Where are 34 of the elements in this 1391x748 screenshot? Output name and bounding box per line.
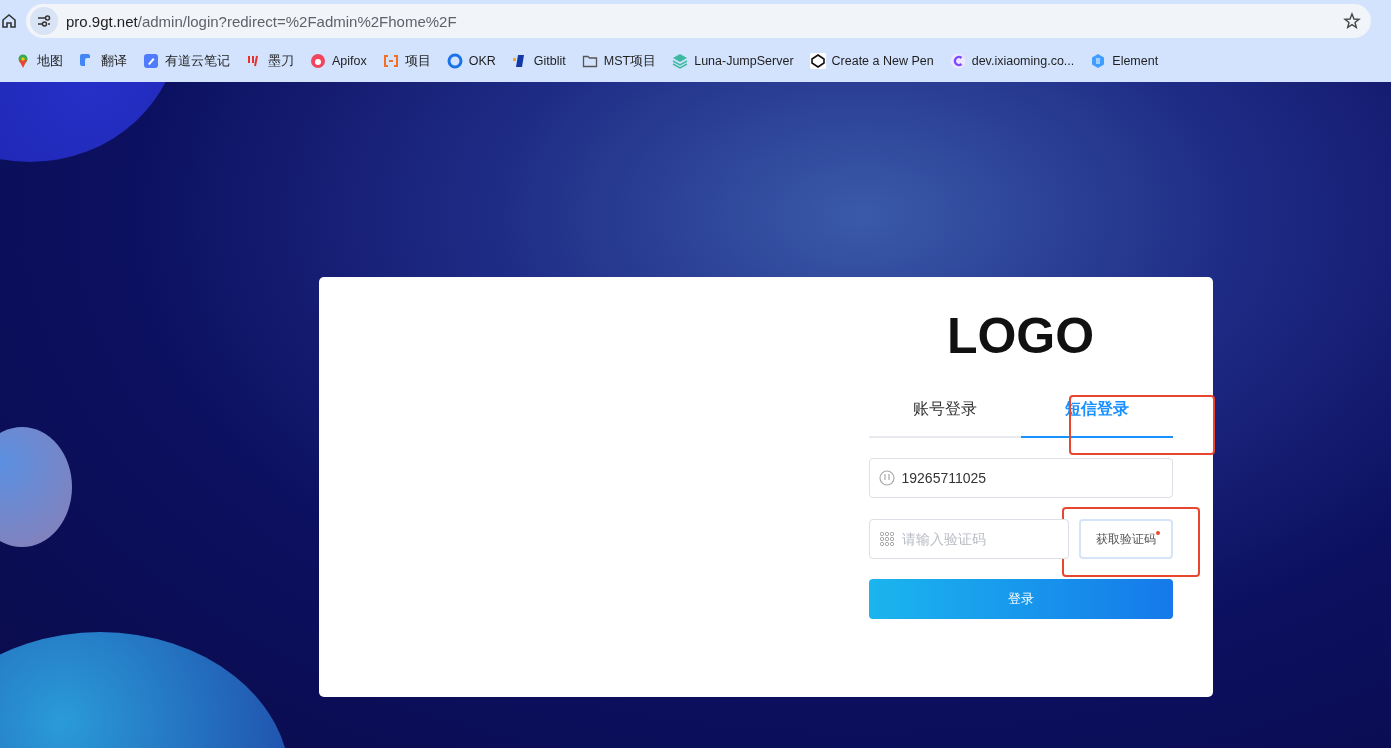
code-field[interactable]: 请输入验证码 <box>868 519 1069 559</box>
logo-text: LOGO <box>945 307 1096 365</box>
note-icon <box>143 53 159 69</box>
bookmark-item[interactable]: 地图 <box>14 50 64 72</box>
bracket-icon <box>382 53 399 69</box>
bookmark-item[interactable]: OKR <box>445 51 497 71</box>
bookmark-item[interactable]: Luna-JumpServer <box>671 51 795 71</box>
site-settings-icon[interactable] <box>30 7 58 35</box>
ring-icon <box>446 53 463 69</box>
letter-c-icon <box>949 53 966 69</box>
get-code-button[interactable]: 获取验证码 <box>1078 519 1173 559</box>
hexagon-icon <box>1090 53 1107 69</box>
bookmark-star-icon[interactable] <box>1343 12 1361 30</box>
home-icon[interactable] <box>0 12 18 30</box>
circle-logo-icon <box>310 53 326 69</box>
cube-icon <box>809 53 826 69</box>
bookmark-item[interactable]: 墨刀 <box>245 50 295 72</box>
bookmark-item[interactable]: 翻译 <box>78 50 128 72</box>
layers-icon <box>672 53 689 69</box>
user-icon <box>878 470 895 486</box>
bookmark-item[interactable]: dev.ixiaoming.co... <box>948 51 1076 71</box>
bookmark-item[interactable]: Create a New Pen <box>808 51 935 71</box>
bookmark-item[interactable]: 项目 <box>381 50 432 72</box>
bookmark-item[interactable]: Gitblit <box>510 51 567 71</box>
login-tab[interactable]: 账号登录 <box>868 393 1021 438</box>
phone-field[interactable]: 19265711025 <box>868 458 1173 498</box>
bookmark-item[interactable]: Apifox <box>309 51 368 71</box>
keypad-icon <box>878 531 895 547</box>
folder-icon <box>581 53 598 69</box>
bookmark-item[interactable]: 有道云笔记 <box>142 50 231 72</box>
bookmark-item[interactable]: MST项目 <box>580 50 658 72</box>
bookmark-item[interactable]: Element <box>1089 51 1160 71</box>
address-bar[interactable]: pro.9gt.net/admin/login?redirect=%2Fadmin%2Fhome%2F <box>26 4 1371 38</box>
url-text[interactable]: pro.9gt.net/admin/login?redirect=%2Fadmin%2Fhome%2F <box>66 12 1335 30</box>
